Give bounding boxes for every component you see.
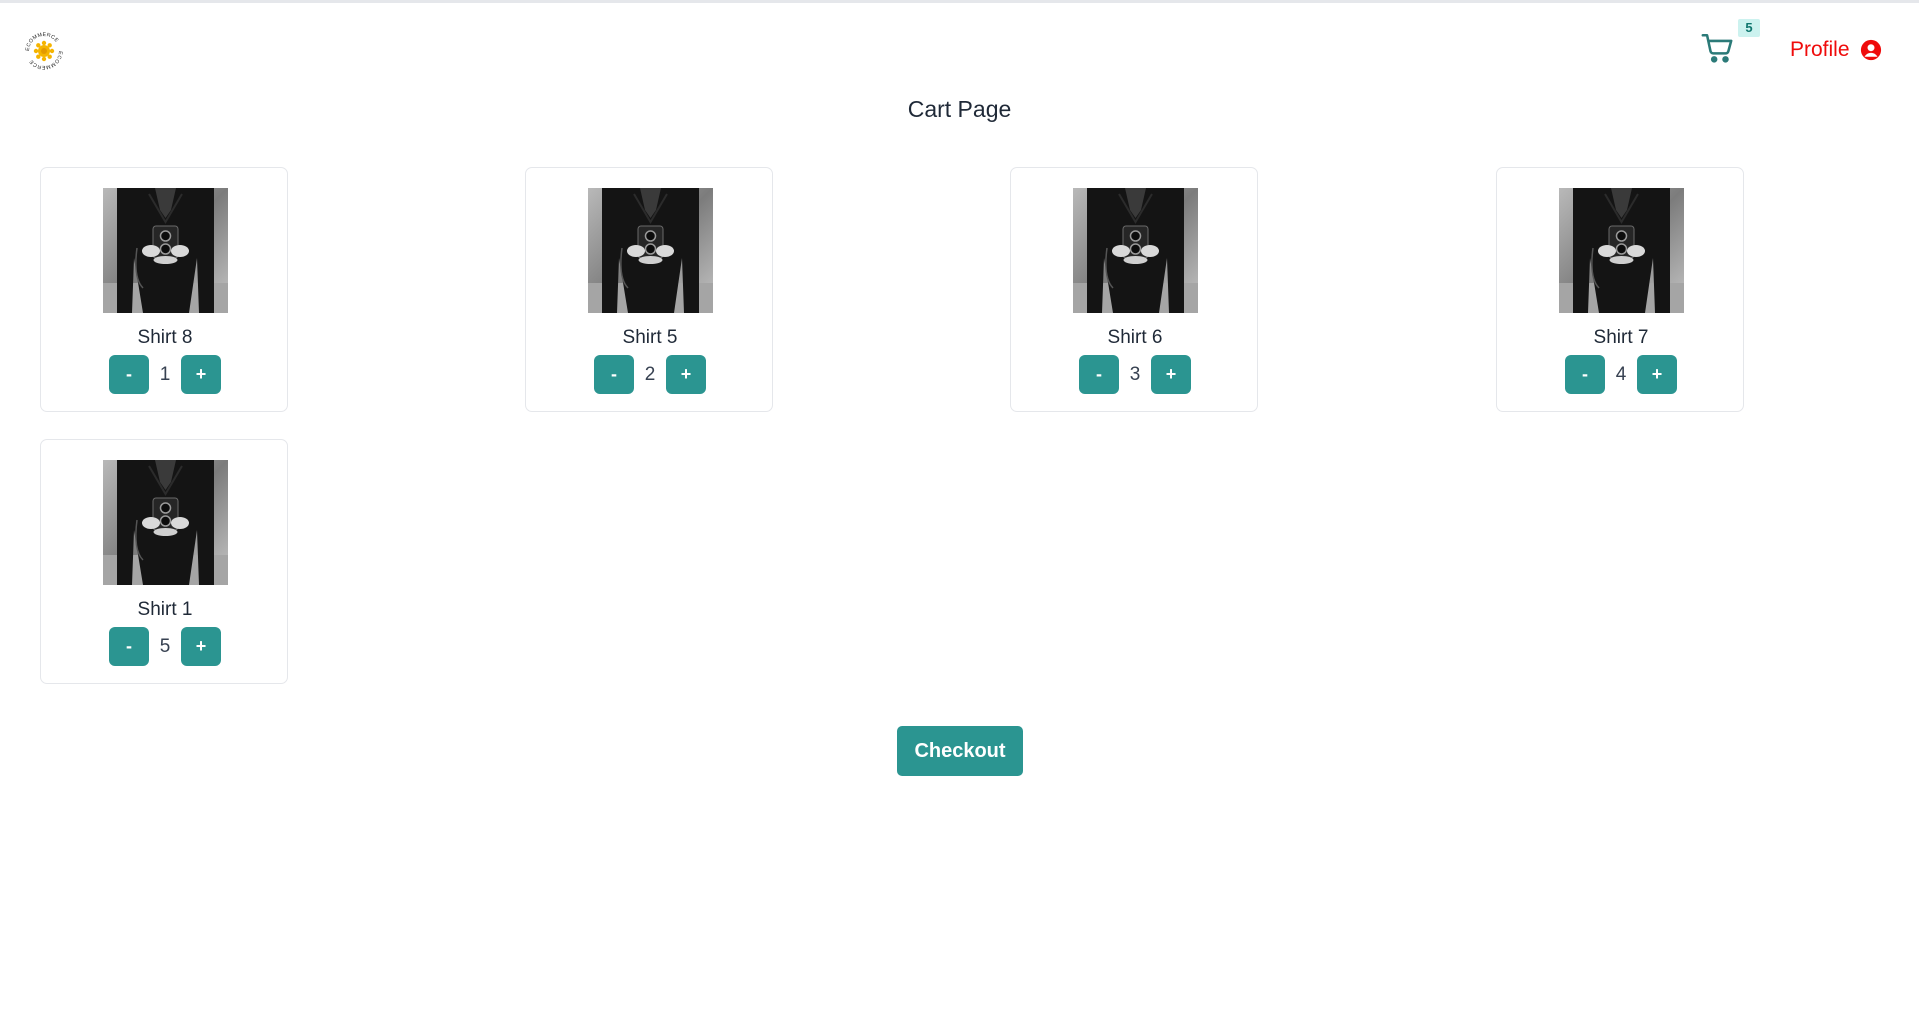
profile-label: Profile — [1790, 38, 1850, 61]
product-image — [1559, 188, 1684, 313]
quantity-value: 3 — [1129, 363, 1141, 385]
quantity-stepper: - 2 + — [526, 355, 774, 394]
decrease-quantity-button[interactable]: - — [1565, 355, 1605, 394]
cart-item-card: Shirt 7 - 4 + — [1496, 167, 1744, 412]
product-name: Shirt 5 — [622, 327, 678, 348]
shopping-cart-icon — [1701, 33, 1733, 63]
decrease-quantity-button[interactable]: - — [109, 627, 149, 666]
quantity-stepper: - 1 + — [41, 355, 289, 394]
increase-quantity-button[interactable]: + — [666, 355, 706, 394]
product-image — [588, 188, 713, 313]
increase-quantity-button[interactable]: + — [181, 627, 221, 666]
product-name: Shirt 1 — [137, 599, 193, 620]
logo-icon: ECOMMERCE ECOMMERCE — [23, 30, 65, 72]
quantity-stepper: - 3 + — [1011, 355, 1259, 394]
increase-quantity-button[interactable]: + — [1151, 355, 1191, 394]
cart-button[interactable] — [1700, 31, 1740, 71]
page-title: Cart Page — [907, 96, 1012, 122]
product-name: Shirt 7 — [1593, 327, 1649, 348]
decrease-quantity-button[interactable]: - — [1079, 355, 1119, 394]
quantity-value: 1 — [159, 363, 171, 385]
cart-item-card: Shirt 8 - 1 + — [40, 167, 288, 412]
quantity-value: 5 — [159, 635, 171, 657]
product-name: Shirt 8 — [137, 327, 193, 348]
cart-count-badge: 5 — [1738, 19, 1760, 37]
decrease-quantity-button[interactable]: - — [109, 355, 149, 394]
increase-quantity-button[interactable]: + — [181, 355, 221, 394]
cart-item-card: Shirt 5 - 2 + — [525, 167, 773, 412]
cart-item-card: Shirt 6 - 3 + — [1010, 167, 1258, 412]
profile-link[interactable]: Profile — [1790, 37, 1882, 63]
product-image — [103, 188, 228, 313]
quantity-value: 2 — [644, 363, 656, 385]
increase-quantity-button[interactable]: + — [1637, 355, 1677, 394]
navbar: ECOMMERCE ECOMMERCE 5 Profile — [0, 3, 1919, 93]
quantity-stepper: - 4 + — [1497, 355, 1745, 394]
checkout-button[interactable]: Checkout — [897, 726, 1023, 776]
quantity-stepper: - 5 + — [41, 627, 289, 666]
cart-item-card: Shirt 1 - 5 + — [40, 439, 288, 684]
product-image — [103, 460, 228, 585]
decrease-quantity-button[interactable]: - — [594, 355, 634, 394]
product-name: Shirt 6 — [1107, 327, 1163, 348]
product-image — [1073, 188, 1198, 313]
logo[interactable]: ECOMMERCE ECOMMERCE — [22, 29, 66, 73]
quantity-value: 4 — [1615, 363, 1627, 385]
user-circle-icon — [1860, 39, 1881, 61]
